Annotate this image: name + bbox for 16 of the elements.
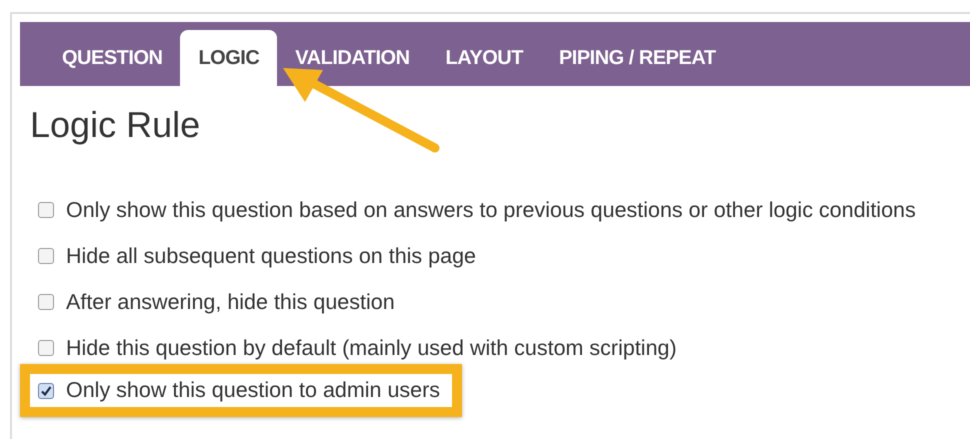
- tab[interactable]: LAYOUT: [428, 30, 541, 86]
- tab[interactable]: QUESTION: [44, 30, 180, 86]
- checkbox[interactable]: [38, 382, 54, 398]
- tab[interactable]: LOGIC: [180, 30, 278, 86]
- option-label: Hide this question by default (mainly used with custom scripting): [66, 336, 677, 360]
- checkbox[interactable]: [38, 202, 54, 218]
- section-heading: Logic Rule: [30, 104, 202, 146]
- tab[interactable]: PIPING / REPEAT: [540, 30, 734, 86]
- tab[interactable]: VALIDATION: [277, 30, 428, 86]
- checkbox[interactable]: [38, 294, 54, 310]
- checkbox[interactable]: [38, 248, 54, 264]
- option-label: Only show this question to admin users: [66, 378, 440, 403]
- option-label: Only show this question based on answers to previous questions or other logic conditions: [66, 198, 916, 222]
- checkbox[interactable]: [38, 340, 54, 356]
- option-label: After answering, hide this question: [66, 290, 395, 314]
- option-label: Hide all subsequent questions on this page: [66, 244, 476, 268]
